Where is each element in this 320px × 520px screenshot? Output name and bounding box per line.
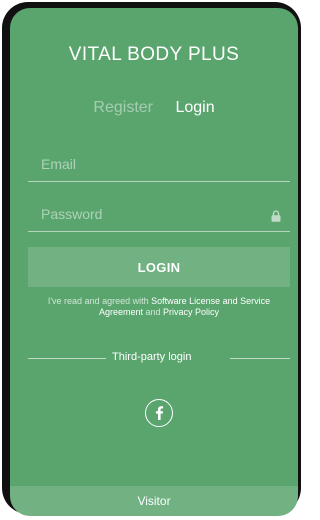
divider-line-left bbox=[28, 358, 106, 359]
login-button[interactable]: LOGIN bbox=[28, 247, 290, 287]
lock-icon bbox=[271, 209, 281, 222]
email-field bbox=[28, 148, 290, 182]
password-input[interactable] bbox=[28, 198, 271, 230]
third-party-label: Third-party login bbox=[112, 351, 192, 363]
visitor-button[interactable]: Visitor bbox=[10, 486, 298, 516]
divider-line-right bbox=[230, 358, 290, 359]
auth-tabs: Register Login bbox=[10, 99, 298, 117]
tab-register[interactable]: Register bbox=[93, 99, 153, 117]
agreement-text: I've read and agreed with Software Licen… bbox=[26, 296, 292, 318]
email-input[interactable] bbox=[28, 148, 271, 180]
app-screen: VITAL BODY PLUS Register Login LOGIN I'v… bbox=[10, 8, 298, 516]
app-title: VITAL BODY PLUS bbox=[68, 44, 240, 65]
privacy-policy-link[interactable]: Privacy Policy bbox=[163, 307, 219, 317]
agreement-and: and bbox=[142, 307, 164, 317]
facebook-icon bbox=[155, 406, 164, 420]
third-party-divider: Third-party login bbox=[28, 351, 290, 365]
tab-login[interactable]: Login bbox=[175, 99, 214, 117]
device-frame: VITAL BODY PLUS Register Login LOGIN I'v… bbox=[2, 2, 301, 516]
agreement-prefix: I've read and agreed with bbox=[47, 296, 152, 306]
password-field bbox=[28, 198, 290, 232]
facebook-login-button[interactable] bbox=[145, 399, 173, 427]
